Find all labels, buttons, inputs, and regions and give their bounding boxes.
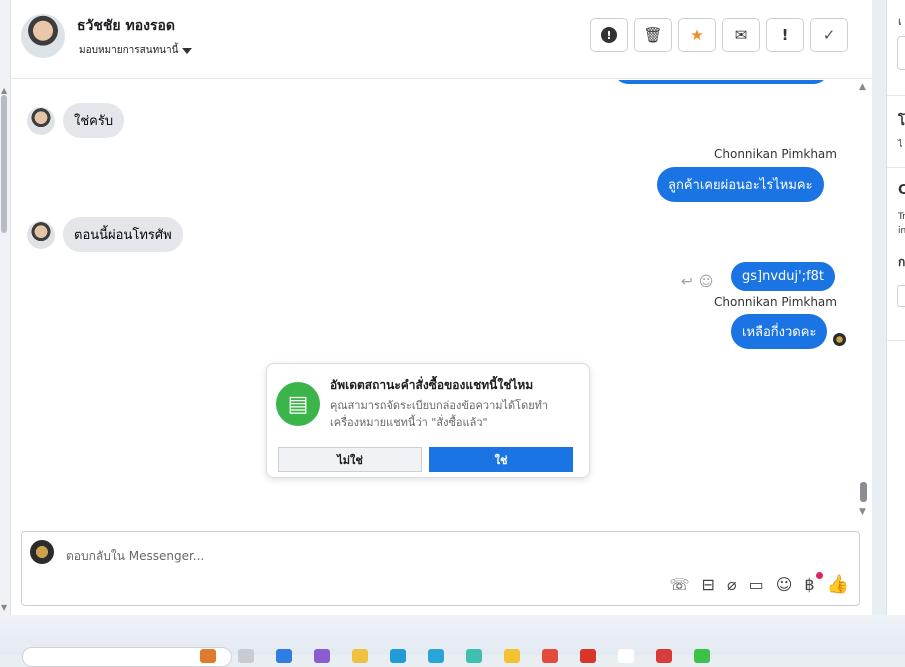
message-row-incoming: ใช่ครับ (27, 103, 125, 138)
scroll-down-arrow-icon[interactable]: ▼ (1, 603, 7, 612)
taskbar-app-icon[interactable] (390, 649, 406, 663)
mail-icon: ✉ (734, 26, 748, 44)
message-bubble-incoming[interactable]: ใช่ครับ (63, 103, 125, 138)
emoji-react-icon[interactable]: ☺ (699, 274, 714, 290)
seen-indicator-avatar (833, 333, 846, 346)
taskbar-app-icon[interactable] (314, 649, 330, 663)
message-row-incoming: ตอนนี้ผ่อนโทรศัพ (27, 217, 183, 252)
shopping-bag-icon[interactable]: ⊟ (702, 575, 715, 594)
divider (887, 95, 905, 96)
avatar[interactable] (21, 14, 65, 58)
taskbar-app-icon[interactable] (352, 649, 368, 663)
message-composer[interactable]: ตอบกลับใน Messenger... ☏ ⊟ ⌀ ▭ ☺ ฿ 👍 (21, 531, 860, 606)
message-bubble-outgoing[interactable]: เหลือกี่งวดคะ (731, 314, 828, 349)
panel-text: ไ (898, 140, 903, 150)
alert-circle-icon: ! (601, 27, 617, 43)
taskbar-app-icon[interactable] (504, 649, 520, 663)
taskbar-app-icon[interactable] (656, 649, 672, 663)
message-bubble-outgoing (614, 80, 828, 84)
message-bubble-outgoing[interactable]: gs]nvduj';f8t (731, 262, 836, 291)
mark-unread-button[interactable]: ✉ (722, 18, 760, 52)
conversation-toolbar: ! 🗑 ★ ✉ ! ✓ (590, 18, 848, 52)
taskbar-app-icon[interactable] (694, 649, 710, 663)
panel-text: in (898, 226, 905, 236)
order-status-prompt-card: ▤ อัพเดตสถานะคำสั่งซื้อของแชทนี้ใช่ไหม ค… (266, 363, 590, 478)
assign-label: มอบหมายการสนทนานี้ (79, 45, 179, 56)
scroll-up-arrow-icon[interactable]: ▲ (1, 86, 7, 95)
chat-scrollbar[interactable]: ▲ ▼ (855, 80, 871, 520)
reply-icon[interactable]: ↩ (681, 274, 693, 290)
taskbar-app-icon[interactable] (276, 649, 292, 663)
delete-button[interactable]: 🗑 (634, 18, 672, 52)
panel-heading: C (898, 183, 905, 198)
reply-input[interactable]: ตอบกลับใน Messenger... (66, 547, 204, 566)
call-icon[interactable]: ☏ (670, 575, 690, 594)
panel-text: Tr (898, 212, 905, 222)
scroll-down-arrow-icon[interactable]: ▼ (859, 507, 866, 517)
scrollbar-thumb[interactable] (1, 95, 7, 233)
divider (887, 167, 905, 168)
emoji-icon[interactable]: ☺ (776, 575, 793, 594)
no-button[interactable]: ไม่ใช่ (278, 447, 422, 472)
scrollbar-thumb[interactable] (860, 482, 867, 502)
message-bubble-incoming[interactable]: ตอนนี้ผ่อนโทรศัพ (63, 217, 183, 252)
star-button[interactable]: ★ (678, 18, 716, 52)
panel-select[interactable] (897, 285, 905, 307)
taskbar-app-icon[interactable] (542, 649, 558, 663)
check-icon: ✓ (822, 26, 836, 44)
taskbar-app-icon[interactable] (428, 649, 444, 663)
conversation-header: ธวัชชัย ทองรอด มอบหมายการสนทนานี้ ! 🗑 ★ … (11, 0, 872, 79)
panel-input[interactable] (897, 36, 905, 70)
mark-done-button[interactable]: ✓ (810, 18, 848, 52)
follow-up-button[interactable]: ! (766, 18, 804, 52)
contact-name[interactable]: ธวัชชัย ทองรอด (77, 15, 175, 37)
taskbar-icons (200, 649, 710, 663)
os-taskbar (0, 615, 905, 667)
order-receipt-icon: ▤ (276, 382, 320, 426)
taskbar-app-icon[interactable] (238, 649, 254, 663)
panel-heading: โ (898, 114, 905, 129)
conversation-panel: ธวัชชัย ทองรอด มอบหมายการสนทนานี้ ! 🗑 ★ … (11, 0, 872, 615)
panel-heading: ก (898, 255, 905, 269)
message-list[interactable]: ใช่ครับ Chonnikan Pimkham ลูกค้าเคยผ่อนอ… (11, 80, 872, 520)
trash-icon: 🗑 (643, 26, 663, 44)
assign-conversation-dropdown[interactable]: มอบหมายการสนทนานี้ (79, 43, 193, 58)
mark-spam-button[interactable]: ! (590, 18, 628, 52)
message-actions: ↩ ☺ (681, 274, 713, 290)
yes-button[interactable]: ใช่ (429, 447, 573, 472)
taskbar-app-icon[interactable] (580, 649, 596, 663)
taskbar-app-icon[interactable] (618, 649, 634, 663)
avatar (27, 106, 55, 135)
sender-name: Chonnikan Pimkham (714, 147, 837, 161)
star-icon: ★ (690, 26, 704, 44)
caret-down-icon (182, 47, 193, 54)
taskbar-app-icon[interactable] (200, 649, 216, 663)
sender-name: Chonnikan Pimkham (714, 295, 837, 309)
card-title: อัพเดตสถานะคำสั่งซื้อของแชทนี้ใช่ไหม (330, 378, 534, 392)
card-description: คุณสามารถจัดระเบียบกล่องข้อความได้โดยทำเ… (330, 399, 549, 429)
attachment-icon[interactable]: ⌀ (727, 575, 737, 594)
messenger-inbox-window: ▲ ▼ ธวัชชัย ทองรอด มอบหมายการสนทนานี้ ! … (0, 0, 905, 667)
taskbar-app-icon[interactable] (466, 649, 482, 663)
left-scrollbar[interactable]: ▲ ▼ (0, 0, 11, 615)
avatar (27, 220, 55, 249)
page-avatar (30, 540, 54, 564)
panel-text: เ (898, 15, 902, 28)
scroll-up-arrow-icon[interactable]: ▲ (859, 82, 866, 92)
exclamation-icon: ! (781, 26, 789, 44)
right-details-panel: เ โ ไ C Tr in ก (886, 0, 905, 615)
message-bubble-outgoing[interactable]: ลูกค้าเคยผ่อนอะไรไหมคะ (657, 167, 824, 202)
divider (887, 340, 905, 341)
payment-baht-icon[interactable]: ฿ (804, 575, 814, 594)
saved-replies-icon[interactable]: ▭ (749, 575, 764, 594)
notification-dot (816, 572, 823, 579)
like-icon[interactable]: 👍 (827, 574, 849, 595)
